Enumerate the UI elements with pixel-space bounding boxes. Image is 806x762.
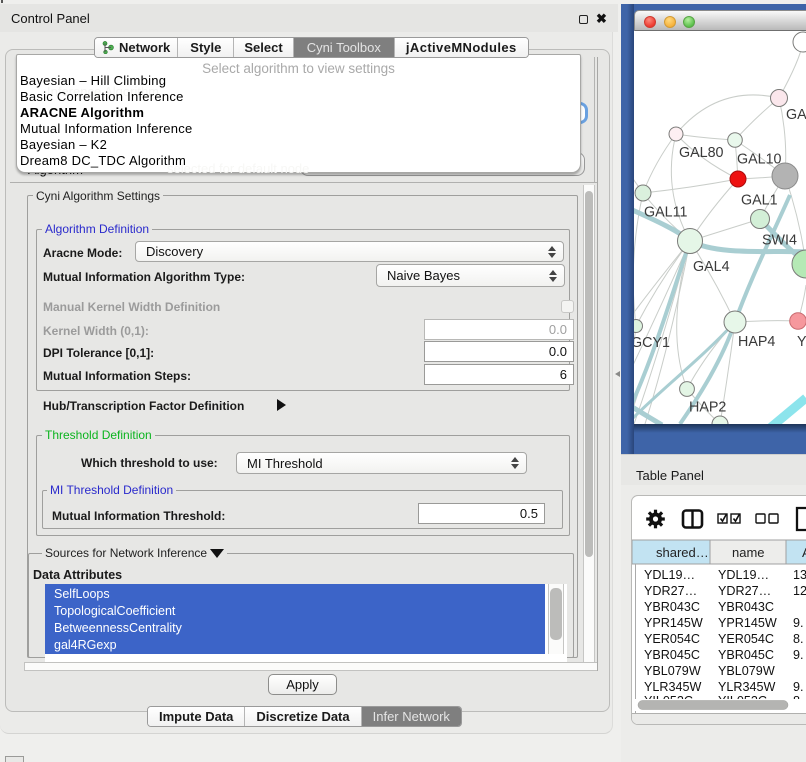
svg-text:9.: 9.	[793, 616, 804, 630]
svg-text:YBR045C: YBR045C	[718, 648, 774, 662]
svg-text:YLR345W: YLR345W	[718, 680, 776, 694]
svg-text:GAL10: GAL10	[737, 152, 782, 168]
svg-text:YER054C: YER054C	[644, 632, 700, 646]
svg-text:GAL11: GAL11	[644, 205, 687, 221]
svg-text:YBL079W: YBL079W	[644, 664, 701, 678]
svg-text:YBR045C: YBR045C	[644, 648, 700, 662]
svg-text:HAP2: HAP2	[689, 400, 726, 416]
svg-text:YBR043C: YBR043C	[718, 600, 774, 614]
svg-text:HAP4: HAP4	[738, 334, 775, 350]
svg-text:YBR043C: YBR043C	[644, 600, 700, 614]
svg-text:GAL7: GAL7	[786, 107, 806, 123]
svg-text:YLR345W: YLR345W	[644, 680, 702, 694]
svg-text:GAL1: GAL1	[741, 193, 778, 209]
svg-text:GCY1: GCY1	[634, 335, 670, 351]
svg-text:YBL079W: YBL079W	[718, 664, 775, 678]
svg-text:A: A	[802, 545, 806, 560]
svg-text:GAL80: GAL80	[679, 145, 724, 161]
svg-text:12: 12	[793, 584, 806, 598]
svg-text:13: 13	[793, 568, 806, 582]
svg-text:YER054C: YER054C	[718, 632, 774, 646]
svg-text:YDL19…: YDL19…	[718, 568, 769, 582]
svg-text:YDL19…: YDL19…	[644, 568, 695, 582]
svg-text:YDR27…: YDR27…	[644, 584, 697, 598]
svg-text:SWI4: SWI4	[762, 233, 797, 249]
svg-text:9.: 9.	[793, 648, 804, 662]
svg-text:YPR145W: YPR145W	[644, 616, 703, 630]
svg-text:YJ: YJ	[797, 334, 806, 350]
svg-text:YDR27…: YDR27…	[718, 584, 771, 598]
svg-text:9.: 9.	[793, 680, 804, 694]
svg-text:GAL4: GAL4	[693, 259, 730, 275]
svg-text:YPR145W: YPR145W	[718, 616, 777, 630]
svg-text:8.: 8.	[793, 632, 804, 646]
svg-text:name: name	[732, 545, 765, 560]
svg-text:shared…: shared…	[656, 545, 709, 560]
